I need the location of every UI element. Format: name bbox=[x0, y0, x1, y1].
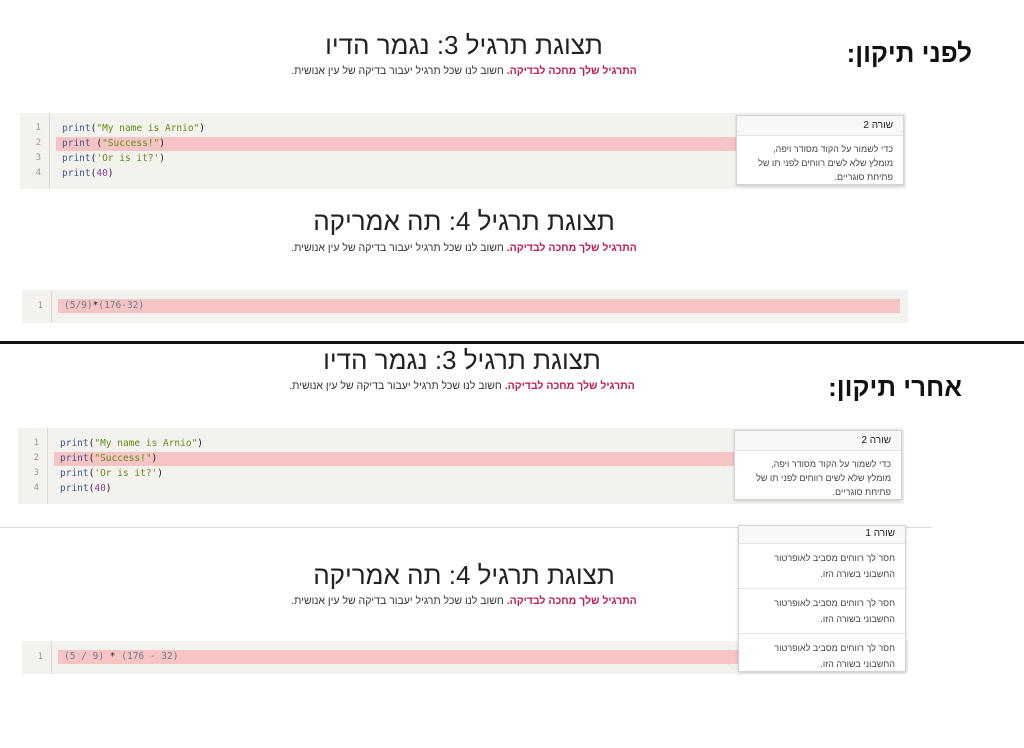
code-token: (176-32) bbox=[98, 300, 145, 311]
review-note-text: חשוב לנו שכל תרגיל יעבור בדיקה של עין אנ… bbox=[291, 65, 507, 77]
code-token: print bbox=[60, 453, 89, 464]
pending-review-text: התרגיל שלך מחכה לבדיקה. bbox=[506, 242, 637, 254]
line-number: 2 bbox=[33, 453, 39, 463]
code-token: "My name is Arnio" bbox=[96, 123, 200, 134]
line-number: 3 bbox=[33, 468, 39, 478]
line-number: 4 bbox=[33, 483, 39, 493]
code-token: ) bbox=[199, 123, 206, 134]
code-token: ) bbox=[157, 468, 163, 479]
tooltip-message: כדי לשמור על הקוד מסודר ויפה, מומלץ שלא … bbox=[756, 459, 891, 497]
code-line-highlighted[interactable]: print ("Success!") bbox=[56, 137, 736, 151]
exercise-3-title: תצוגת תרגיל 3: נגמר הדיו bbox=[325, 30, 603, 60]
line-gutter: 1 2 3 4 bbox=[20, 113, 50, 189]
code-line-highlighted[interactable]: print("Success!") bbox=[54, 452, 734, 466]
code-token: 'Or is it?' bbox=[96, 153, 160, 164]
pending-review-text: התרגיל שלך מחכה לבדיקה. bbox=[504, 380, 635, 392]
code-token: print bbox=[62, 123, 91, 134]
review-note-text: חשוב לנו שכל תרגיל יעבור בדיקה של עין אנ… bbox=[289, 380, 505, 392]
code-token: ) bbox=[159, 153, 165, 164]
code-token: ) bbox=[105, 483, 112, 494]
code-token: ) bbox=[107, 168, 114, 179]
code-token: 40 bbox=[96, 168, 108, 179]
code-token: ( bbox=[90, 138, 103, 149]
review-comment-tooltip[interactable]: שורה 1 חסר לך רווחים מסביב לאופרטור החשב… bbox=[738, 525, 906, 672]
review-note-text: חשוב לנו שכל תרגיל יעבור בדיקה של עין אנ… bbox=[291, 595, 507, 607]
exercise-4-title: תצוגת תרגיל 4: תה אמריקה bbox=[313, 206, 615, 236]
code-token: "My name is Arnio" bbox=[94, 438, 198, 449]
line-number: 1 bbox=[35, 123, 41, 133]
code-token: * bbox=[109, 651, 116, 662]
line-number: 4 bbox=[35, 168, 41, 178]
exercise-4-title: תצוגת תרגיל 4: תה אמריקה bbox=[313, 560, 615, 590]
before-label: לפני תיקון: bbox=[846, 38, 972, 68]
code-token: print bbox=[62, 168, 91, 179]
exercise-4-subtitle: התרגיל שלך מחכה לבדיקה. חשוב לנו שכל תרג… bbox=[214, 595, 714, 607]
tooltip-message: חסר לך רווחים מסביב לאופרטור החשבוני בשו… bbox=[739, 589, 905, 634]
review-note-text: חשוב לנו שכל תרגיל יעבור בדיקה של עין אנ… bbox=[291, 242, 507, 254]
code-token: "Success!" bbox=[102, 138, 160, 149]
code-token: (5/9) bbox=[64, 300, 93, 311]
line-number: 1 bbox=[33, 438, 39, 448]
code-token: 40 bbox=[94, 483, 106, 494]
code-token: (176 - 32) bbox=[121, 651, 179, 662]
tooltip-message: חסר לך רווחים מסביב לאופרטור החשבוני בשו… bbox=[774, 643, 895, 669]
code-token: print bbox=[60, 468, 89, 479]
line-gutter: 1 bbox=[22, 290, 52, 323]
line-number: 1 bbox=[37, 652, 43, 662]
line-number: 2 bbox=[35, 138, 41, 148]
tooltip-message: חסר לך רווחים מסביב לאופרטור החשבוני בשו… bbox=[739, 544, 905, 589]
tooltip-message: כדי לשמור על הקוד מסודר ויפה, מומלץ שלא … bbox=[758, 144, 893, 182]
code-editor-ex4-before: 1 (5/9)*(176-32) bbox=[22, 290, 908, 323]
code-token: print bbox=[62, 153, 91, 164]
highlight-pointer bbox=[726, 136, 736, 152]
line-gutter: 1 2 3 4 bbox=[18, 428, 48, 504]
highlight-pointer bbox=[724, 451, 734, 467]
code-token: print bbox=[62, 138, 91, 149]
code-token: 'Or is it?' bbox=[94, 468, 158, 479]
pending-review-text: התרגיל שלך מחכה לבדיקה. bbox=[506, 65, 637, 77]
exercise-3-subtitle: התרגיל שלך מחכה לבדיקה. חשוב לנו שכל תרג… bbox=[214, 65, 714, 77]
highlight-pointer bbox=[728, 649, 738, 665]
code-token: "Success!" bbox=[94, 453, 152, 464]
pending-review-text: התרגיל שלך מחכה לבדיקה. bbox=[506, 595, 637, 607]
code-token: ) bbox=[151, 453, 158, 464]
line-number: 1 bbox=[37, 301, 43, 311]
tooltip-line-header: שורה 1 bbox=[739, 526, 905, 544]
code-token: (5 / 9) bbox=[64, 651, 105, 662]
code-line-highlighted[interactable]: (5/9)*(176-32) bbox=[58, 299, 900, 313]
tooltip-line-header: שורה 2 bbox=[735, 431, 901, 451]
code-token: print bbox=[60, 438, 89, 449]
section-divider bbox=[0, 341, 1024, 344]
after-label: אחרי תיקון: bbox=[828, 372, 962, 402]
line-number: 3 bbox=[35, 153, 41, 163]
code-token: ) bbox=[197, 438, 204, 449]
code-token: ) bbox=[159, 138, 165, 149]
exercise-3-title: תצוגת תרגיל 3: נגמר הדיו bbox=[323, 345, 601, 375]
code-token: print bbox=[60, 483, 89, 494]
line-gutter: 1 bbox=[22, 641, 52, 674]
exercise-3-subtitle: התרגיל שלך מחכה לבדיקה. חשוב לנו שכל תרג… bbox=[212, 380, 712, 392]
review-comment-tooltip[interactable]: שורה 2 כדי לשמור על הקוד מסודר ויפה, מומ… bbox=[734, 430, 902, 500]
tooltip-line-header: שורה 2 bbox=[737, 116, 903, 136]
exercise-4-subtitle: התרגיל שלך מחכה לבדיקה. חשוב לנו שכל תרג… bbox=[214, 242, 714, 254]
review-comment-tooltip[interactable]: שורה 2 כדי לשמור על הקוד מסודר ויפה, מומ… bbox=[736, 115, 904, 185]
code-line-highlighted[interactable]: (5 / 9) * (176 - 32) bbox=[58, 650, 738, 664]
